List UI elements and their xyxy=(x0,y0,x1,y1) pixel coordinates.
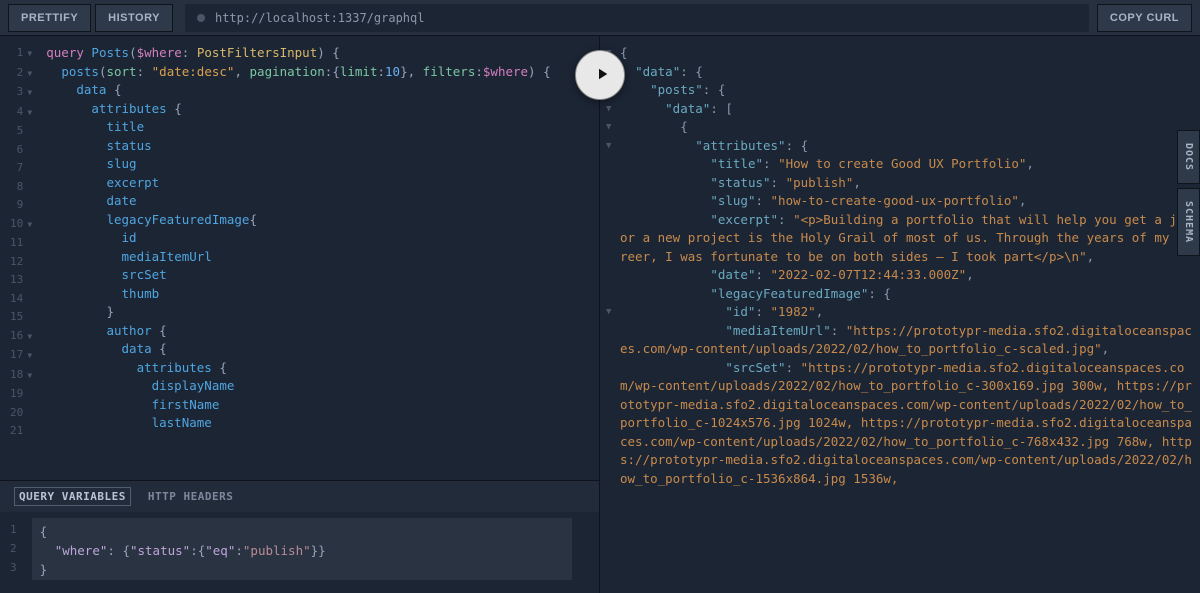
play-icon xyxy=(590,65,611,86)
status-dot-icon xyxy=(197,14,205,22)
query-editor[interactable]: 1▼2▼3▼4▼5678910▼111213141516▼17▼18▼19202… xyxy=(0,36,599,480)
bottom-tab-row: QUERY VARIABLES HTTP HEADERS xyxy=(0,481,599,512)
tab-query-variables[interactable]: QUERY VARIABLES xyxy=(14,487,131,506)
bottom-panel: QUERY VARIABLES HTTP HEADERS 123 { "wher… xyxy=(0,480,599,593)
docs-tab[interactable]: DOCS xyxy=(1177,130,1200,184)
result-column: ▼▼▼▼▼▼▼ { "data": { "posts": { "data": [… xyxy=(600,36,1200,593)
result-fold-gutter: ▼▼▼▼▼▼▼ xyxy=(600,36,612,593)
variables-code[interactable]: { "where": {"status":{"eq":"publish"}}} xyxy=(32,518,572,580)
history-button[interactable]: HISTORY xyxy=(95,4,173,32)
variables-line-gutter: 123 xyxy=(0,512,32,585)
tab-http-headers[interactable]: HTTP HEADERS xyxy=(143,487,238,506)
prettify-button[interactable]: PRETTIFY xyxy=(8,4,91,32)
copy-curl-button[interactable]: COPY CURL xyxy=(1097,4,1192,32)
toolbar: PRETTIFY HISTORY COPY CURL xyxy=(0,0,1200,36)
result-code: { "data": { "posts": { "data": [ { "attr… xyxy=(612,36,1200,593)
query-line-gutter: 1▼2▼3▼4▼5678910▼111213141516▼17▼18▼19202… xyxy=(0,36,38,480)
query-code[interactable]: query Posts($where: PostFiltersInput) { … xyxy=(38,36,558,480)
variables-editor[interactable]: 123 { "where": {"status":{"eq":"publish"… xyxy=(0,512,599,593)
side-tabs: DOCS SCHEMA xyxy=(1177,130,1200,256)
endpoint-url-input[interactable] xyxy=(215,11,1077,25)
schema-tab[interactable]: SCHEMA xyxy=(1177,188,1200,256)
url-input-wrap xyxy=(185,4,1089,32)
execute-button[interactable] xyxy=(575,50,625,100)
editor-column: 1▼2▼3▼4▼5678910▼111213141516▼17▼18▼19202… xyxy=(0,36,600,593)
main-area: 1▼2▼3▼4▼5678910▼111213141516▼17▼18▼19202… xyxy=(0,36,1200,593)
